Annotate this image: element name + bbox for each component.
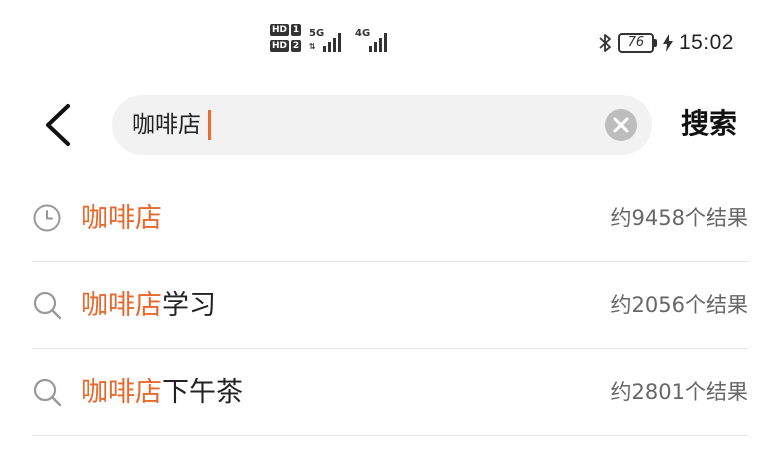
suggestion-label: 咖啡店学习: [81, 290, 216, 321]
sim-indicators: HD 1 HD 2 5G ⇅ 4G: [270, 24, 389, 54]
clear-search-icon[interactable]: [604, 108, 638, 142]
hd-badge-sim1: HD 1: [270, 24, 302, 36]
signal-5g-icon: 5G ⇅: [309, 24, 343, 54]
text-caret: [208, 110, 211, 140]
battery-icon: 76: [617, 33, 657, 53]
suggestion-item[interactable]: 咖啡店下午茶 约2801个结果: [32, 349, 748, 436]
suggestion-item[interactable]: 咖啡店学习 约2056个结果: [32, 262, 748, 349]
result-count: 约9458个结果: [610, 206, 748, 230]
search-button[interactable]: 搜索: [681, 104, 737, 144]
status-bar: HD 1 HD 2 5G ⇅ 4G 76 15:02: [0, 0, 780, 70]
hd-badge-sim2: HD 2: [270, 40, 302, 52]
bluetooth-icon: [599, 34, 611, 52]
search-query: 咖啡店: [132, 112, 201, 138]
search-icon: [33, 291, 62, 320]
divider: [32, 435, 748, 436]
status-right: 76 15:02: [598, 31, 734, 55]
status-time: 15:02: [678, 31, 734, 54]
data-arrows-icon: ⇅: [309, 42, 316, 51]
signal-4g-icon: 4G: [355, 24, 389, 54]
back-arrow-icon[interactable]: [38, 100, 78, 150]
suggestion-label: 咖啡店: [81, 203, 162, 234]
clock-icon: [33, 204, 61, 232]
charging-icon: [662, 34, 673, 52]
suggestion-label: 咖啡店下午茶: [81, 377, 243, 408]
result-count: 约2801个结果: [610, 380, 748, 404]
search-input[interactable]: 咖啡店: [112, 95, 652, 155]
search-icon: [33, 378, 62, 407]
suggestion-item-history[interactable]: 咖啡店 约9458个结果: [32, 175, 748, 262]
result-count: 约2056个结果: [610, 293, 748, 317]
